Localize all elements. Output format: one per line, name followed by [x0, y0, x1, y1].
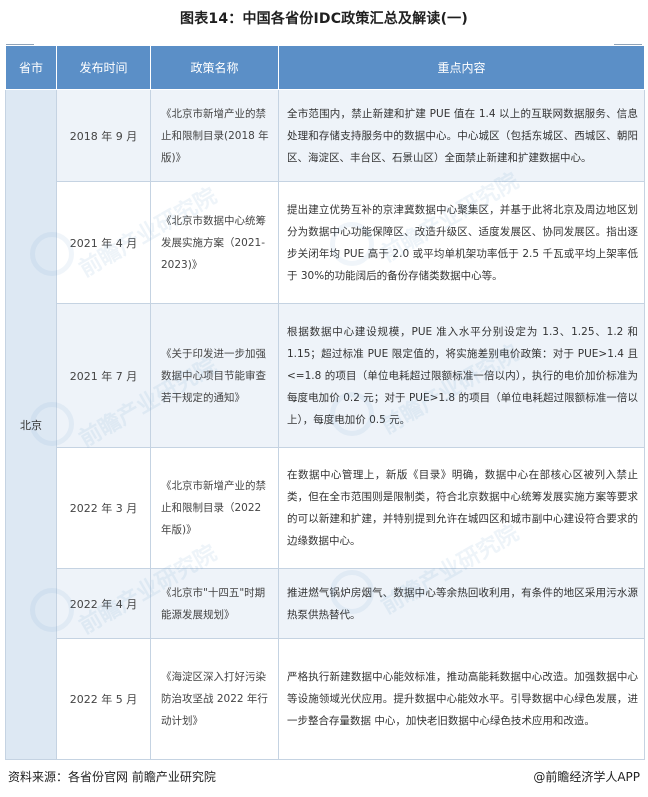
policy-name-cell: 《北京市"十四五"时期能源发展规划》	[150, 568, 279, 639]
content-cell: 推进燃气锅炉房烟气、数据中心等余热回收利用，有条件的地区采用污水源热泵供热替代。	[278, 568, 645, 639]
header-province: 省市	[5, 45, 57, 90]
date-cell: 2022 年 3 月	[56, 447, 151, 569]
header-policy-name: 政策名称	[150, 45, 279, 90]
content-cell: 提出建立优势互补的京津冀数据中心聚集区，并基于此将北京及周边地区划分为数据中心功…	[278, 181, 645, 304]
date-cell: 2018 年 9 月	[56, 89, 151, 182]
policy-table: 省市 发布时间 政策名称 重点内容 北京 2018 年 9 月 《北京市新增产业…	[5, 45, 645, 760]
table-row: 北京 2018 年 9 月 《北京市新增产业的禁止和限制目录(2018 年版)》…	[5, 89, 645, 760]
header-date: 发布时间	[56, 45, 151, 90]
table-row: 2021 年 4 月 《北京市数据中心统筹发展实施方案（2021-2023)》 …	[6, 181, 645, 304]
content-cell: 在数据中心管理上，新版《目录》明确，数据中心在部核心区被列入禁止类，但在全市范围…	[278, 447, 645, 569]
content-cell: 全市范围内，禁止新建和扩建 PUE 值在 1.4 以上的互联网数据服务、信息处理…	[278, 89, 645, 182]
table-row: 2022 年 5 月 《海淀区深入打好污染防治攻坚战 2022 年行动计划》 严…	[6, 638, 645, 760]
date-cell: 2021 年 7 月	[56, 303, 151, 448]
content-cell: 严格执行新建数据中心能效标准，推动高能耗数据中心改造。加强数据中心等设施领域光伏…	[278, 638, 645, 760]
source-note: 资料来源：各省份官网 前瞻产业研究院	[8, 770, 216, 784]
policy-name-cell: 《关于印发进一步加强数据中心项目节能审查若干规定的通知》	[150, 303, 279, 448]
date-cell: 2022 年 4 月	[56, 568, 151, 639]
table-row: 2021 年 7 月 《关于印发进一步加强数据中心项目节能审查若干规定的通知》 …	[6, 303, 645, 448]
content-cell: 根据数据中心建设规模，PUE 准入水平分别设定为 1.3、1.25、1.2 和 …	[278, 303, 645, 448]
policy-name-cell: 《北京市新增产业的禁止和限制目录(2018 年版)》	[150, 89, 279, 182]
chart-title: 图表14：中国各省份IDC政策汇总及解读(一)	[180, 11, 468, 27]
date-cell: 2021 年 4 月	[56, 181, 151, 304]
policy-name-cell: 《海淀区深入打好污染防治攻坚战 2022 年行动计划》	[150, 638, 279, 760]
brand-credit: @前瞻经济学人APP	[533, 770, 640, 784]
policy-name-cell: 《北京市新增产业的禁止和限制目录（2022 年版)》	[150, 447, 279, 569]
header-key-content: 重点内容	[278, 45, 645, 90]
table-header-row: 省市 发布时间 政策名称 重点内容	[5, 45, 645, 90]
province-cell: 北京	[5, 89, 57, 760]
table-row: 2022 年 3 月 《北京市新增产业的禁止和限制目录（2022 年版)》 在数…	[6, 447, 645, 569]
table-row: 2022 年 4 月 《北京市"十四五"时期能源发展规划》 推进燃气锅炉房烟气、…	[6, 568, 645, 639]
policy-name-cell: 《北京市数据中心统筹发展实施方案（2021-2023)》	[150, 181, 279, 304]
date-cell: 2022 年 5 月	[56, 638, 151, 760]
